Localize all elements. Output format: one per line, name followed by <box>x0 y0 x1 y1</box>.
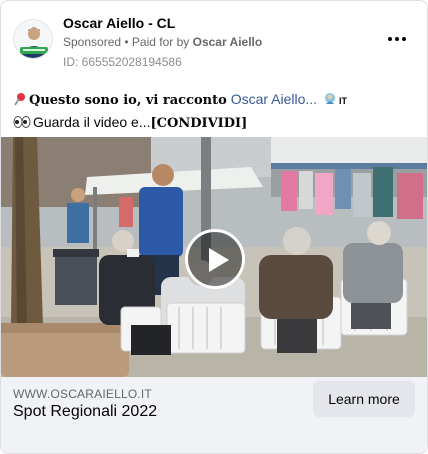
body-bold-share: [CONDIVIDI] <box>150 116 248 131</box>
post-header: Oscar Aiello - CL Sponsored • Paid for b… <box>13 13 415 71</box>
ad-id: ID: 665552028194586 <box>63 55 182 69</box>
video-thumbnail[interactable] <box>1 137 427 377</box>
link-domain: WWW.OSCARAIELLO.IT <box>13 387 152 401</box>
link-headline: Spot Regionali 2022 <box>13 403 158 420</box>
avatar-portrait-icon <box>14 20 52 58</box>
body-bold-text: Questo sono io, vi racconto <box>29 93 227 108</box>
body-line-2: Guarda il video e...[CONDIVIDI] <box>13 112 415 134</box>
play-button[interactable] <box>185 229 245 289</box>
link-preview-footer[interactable]: WWW.OSCARAIELLO.IT Spot Regionali 2022 L… <box>1 377 427 453</box>
sponsored-info: Sponsored • Paid for by Oscar Aiello <box>63 35 262 49</box>
body-line-1: Questo sono io, vi racconto Oscar Aiello… <box>13 89 415 112</box>
more-horizontal-icon <box>388 37 392 41</box>
eyes-icon <box>13 116 31 128</box>
sponsored-post-card: Oscar Aiello - CL Sponsored • Paid for b… <box>0 0 428 454</box>
learn-more-button[interactable]: Learn more <box>313 381 415 417</box>
more-dot <box>395 37 399 41</box>
paid-for-prefix: Paid for by <box>131 35 193 49</box>
pushpin-icon <box>14 93 25 106</box>
page-name-link[interactable]: Oscar Aiello - CL <box>63 15 175 31</box>
body-see-more-link[interactable]: Oscar Aiello... <box>231 91 317 107</box>
flag-text: IT <box>338 96 347 106</box>
person-emoji-icon <box>324 93 335 104</box>
post-body-text: Questo sono io, vi racconto Oscar Aiello… <box>13 89 415 134</box>
paid-for-name[interactable]: Oscar Aiello <box>193 35 263 49</box>
page-avatar[interactable] <box>13 19 53 59</box>
play-icon <box>209 248 229 272</box>
body-text-2: Guarda il video e... <box>33 114 151 130</box>
more-options-button[interactable] <box>385 31 409 47</box>
separator-dot: • <box>121 35 132 49</box>
sponsored-label: Sponsored <box>63 35 122 49</box>
more-dot <box>402 37 406 41</box>
